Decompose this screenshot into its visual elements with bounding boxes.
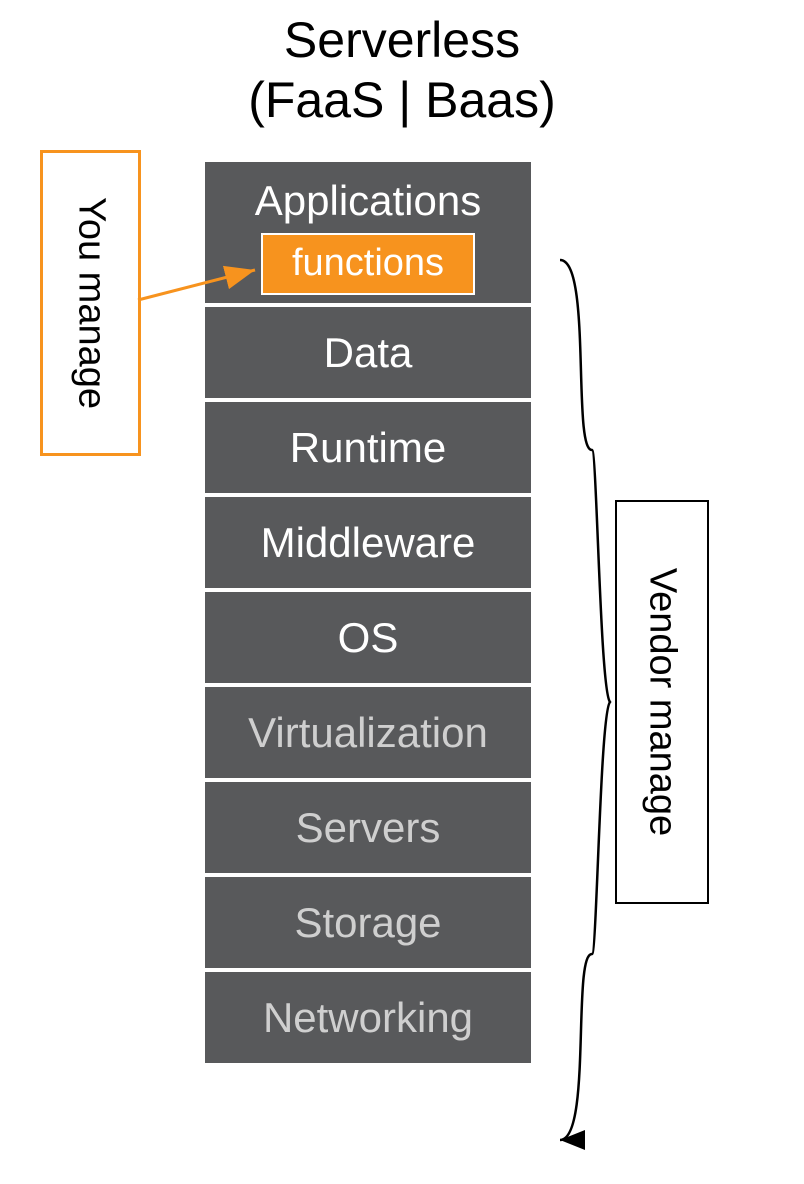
layer-servers: Servers	[203, 780, 533, 875]
diagram-title: Serverless (FaaS | Baas)	[0, 10, 804, 130]
you-manage-box: You manage	[40, 150, 141, 456]
layer-networking: Networking	[203, 970, 533, 1065]
layer-middleware-label: Middleware	[261, 519, 476, 567]
layer-virtualization: Virtualization	[203, 685, 533, 780]
vendor-manage-box: Vendor manage	[615, 500, 709, 904]
layer-networking-label: Networking	[263, 994, 473, 1042]
layer-runtime-label: Runtime	[290, 424, 446, 472]
layer-data: Data	[203, 305, 533, 400]
functions-label: functions	[292, 242, 444, 285]
vendor-brace-icon	[560, 260, 610, 1140]
layer-applications: Applications functions	[203, 160, 533, 305]
vendor-manage-label: Vendor manage	[641, 568, 684, 836]
layer-os-label: OS	[338, 614, 399, 662]
layer-applications-label: Applications	[255, 177, 481, 225]
functions-box: functions	[261, 233, 475, 295]
layer-storage: Storage	[203, 875, 533, 970]
layer-runtime: Runtime	[203, 400, 533, 495]
layer-storage-label: Storage	[294, 899, 441, 947]
title-line-2: (FaaS | Baas)	[248, 72, 556, 128]
layer-data-label: Data	[324, 329, 413, 377]
layer-middleware: Middleware	[203, 495, 533, 590]
layer-stack: Applications functions Data Runtime Midd…	[203, 160, 533, 1065]
layer-virtualization-label: Virtualization	[248, 709, 488, 757]
you-manage-label: You manage	[69, 197, 112, 409]
title-line-1: Serverless	[284, 12, 520, 68]
layer-servers-label: Servers	[296, 804, 441, 852]
layer-os: OS	[203, 590, 533, 685]
